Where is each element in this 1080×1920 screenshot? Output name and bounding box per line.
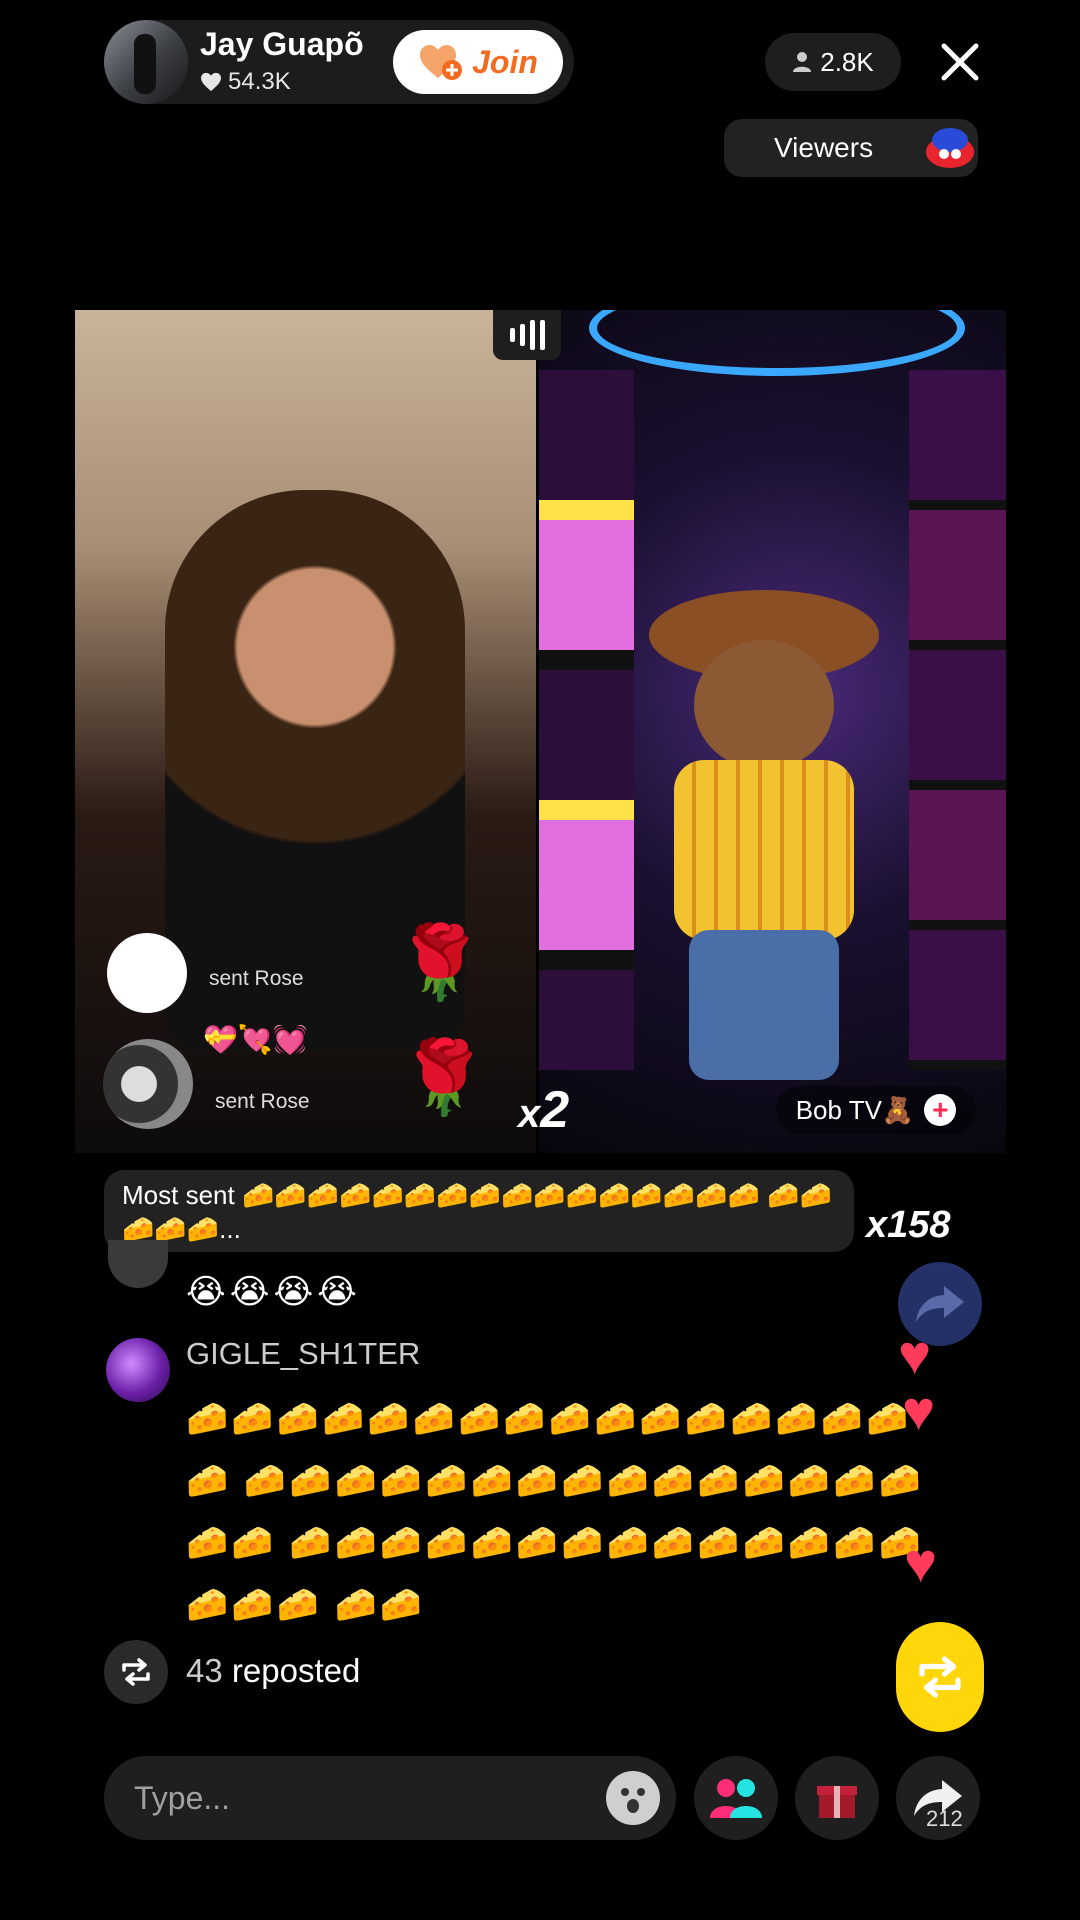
heart-plus-icon	[420, 45, 463, 80]
most-sent-count: x158	[866, 1204, 951, 1246]
heart-icon	[201, 72, 221, 92]
screen-wall-right	[909, 370, 1006, 1070]
chat-message: 😭😭😭😭	[186, 1273, 361, 1311]
comment-box[interactable]	[104, 1756, 676, 1840]
viewer-count-value: 2.8K	[820, 46, 874, 77]
repost-arrows-icon	[919, 1656, 961, 1698]
host-likes: 54.3K	[200, 68, 291, 96]
guest-name: Bob TV🧸	[795, 1094, 915, 1125]
viewers-label: Viewers	[774, 132, 874, 163]
emoji-icon[interactable]	[606, 1771, 660, 1825]
bear-body	[674, 760, 854, 940]
host-avatar[interactable]	[104, 20, 188, 104]
viewer-count[interactable]: 2.8K	[765, 33, 901, 91]
audio-bar	[539, 320, 545, 350]
chat-message: 🧀🧀🧀🧀🧀🧀🧀🧀🧀🧀🧀🧀🧀🧀🧀🧀🧀 🧀🧀🧀🧀🧀🧀🧀🧀🧀🧀🧀🧀🧀🧀🧀🧀🧀 🧀🧀🧀🧀…	[186, 1400, 924, 1624]
most-sent-label: Most sent	[122, 1180, 235, 1210]
stage-ring	[589, 310, 965, 376]
join-button[interactable]: Join	[393, 30, 563, 94]
host-video: sent Rose 🌹 💝💘💓 sent Rose 🌹	[75, 310, 536, 1153]
share-arrow-icon	[916, 1286, 964, 1322]
host-name: Jay Guapõ	[200, 26, 364, 62]
follow-plus-icon[interactable]: +	[924, 1094, 957, 1126]
chat-avatar[interactable]	[108, 1240, 168, 1288]
audio-indicator	[493, 310, 561, 360]
audio-bar	[519, 324, 525, 346]
gifter-badges: 💝💘💓	[203, 1024, 308, 1055]
join-label: Join	[472, 43, 538, 80]
person-icon	[793, 52, 812, 72]
most-sent-banner: Most sent 🧀🧀🧀🧀🧀🧀🧀🧀🧀🧀🧀🧀🧀🧀🧀🧀 🧀🧀🧀🧀🧀...	[104, 1170, 854, 1252]
screen-wall-left	[539, 370, 634, 1070]
mascot-badge-icon	[926, 128, 974, 168]
multi-guest-icon	[710, 1779, 762, 1818]
gifter-avatar[interactable]	[107, 933, 187, 1013]
emoji-face-icon	[621, 1788, 645, 1813]
repost-button[interactable]	[896, 1622, 984, 1732]
repost-arrows-icon	[122, 1658, 150, 1686]
gift-button[interactable]	[795, 1756, 879, 1840]
reposted-text: 43 reposted	[186, 1652, 360, 1690]
reposted-label: reposted	[231, 1652, 361, 1689]
guest-name-pill[interactable]: Bob TV🧸 +	[776, 1086, 976, 1134]
floating-heart-icon: ♥	[904, 1531, 938, 1594]
gift-combo: x2	[518, 1081, 570, 1139]
gifter-avatar[interactable]	[103, 1039, 193, 1129]
bear-head	[694, 640, 834, 770]
comment-input[interactable]	[132, 1778, 576, 1818]
rose-icon: 🌹	[399, 1038, 489, 1118]
chat-username[interactable]: GIGLE_SH1TER	[186, 1336, 420, 1372]
gift-row: 💝💘💓 sent Rose 🌹	[85, 1024, 489, 1135]
reposted-count: 43	[186, 1652, 223, 1689]
close-icon[interactable]	[936, 38, 984, 86]
share-count: 212	[926, 1806, 963, 1831]
rose-icon: 🌹	[395, 923, 485, 1003]
gift-row: sent Rose 🌹	[85, 915, 485, 1015]
audio-bar	[529, 320, 535, 350]
bear-mascot	[649, 590, 879, 1110]
floating-heart-icon: ♥	[902, 1379, 936, 1442]
repost-icon	[104, 1640, 168, 1704]
bear-legs	[689, 930, 839, 1080]
chat-avatar[interactable]	[106, 1338, 170, 1402]
gift-box-icon	[817, 1786, 857, 1818]
audio-bar	[509, 328, 515, 342]
host-likes-count: 54.3K	[228, 68, 291, 95]
guests-button[interactable]	[694, 1756, 778, 1840]
gift-text: sent Rose	[209, 967, 304, 990]
gift-banner: sent Rose 🌹 💝💘💓 sent Rose 🌹	[85, 915, 489, 1135]
gift-text: sent Rose	[215, 1090, 310, 1113]
guest-video	[539, 310, 1006, 1153]
